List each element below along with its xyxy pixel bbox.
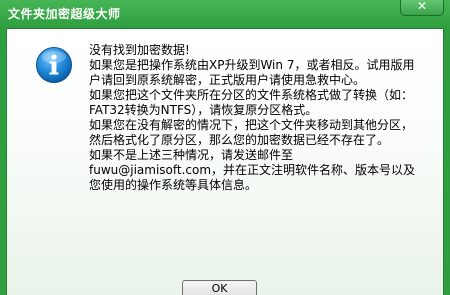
message-line: 如果您把这个文件夹所在分区的文件系统格式做了转换（如：FAT32转换为NTFS）… bbox=[89, 88, 414, 117]
ok-button[interactable]: OK bbox=[182, 280, 257, 295]
message-line: 如果您是把操作系统由XP升级到Win 7，或者相反。试用版用户请回到原系统解密，… bbox=[89, 58, 415, 87]
title-bar[interactable]: 文件夹加密超级大师 ✕ bbox=[0, 0, 450, 28]
close-icon: ✕ bbox=[416, 0, 428, 13]
message-line: 没有找到加密数据! bbox=[89, 43, 190, 57]
message-line: 如果不是上述三种情况，请发送邮件至fuwu@jiamisoft.com，并在正文… bbox=[89, 148, 416, 192]
message-text: 没有找到加密数据! 如果您是把操作系统由XP升级到Win 7，或者相反。试用版用… bbox=[89, 43, 423, 193]
dialog-window: 文件夹加密超级大师 ✕ 没有找到加密数据! 如果您是把操作系统由XP升级到Win… bbox=[0, 0, 450, 295]
window-title: 文件夹加密超级大师 bbox=[8, 7, 121, 21]
dialog-body: 没有找到加密数据! 如果您是把操作系统由XP升级到Win 7，或者相反。试用版用… bbox=[6, 28, 444, 295]
info-icon bbox=[36, 47, 72, 83]
message-line: 如果您在没有解密的情况下，把这个文件夹移动到其他分区，然后格式化了原分区，那么您… bbox=[89, 118, 414, 147]
close-button[interactable]: ✕ bbox=[400, 0, 444, 16]
button-bar: OK bbox=[7, 274, 443, 295]
